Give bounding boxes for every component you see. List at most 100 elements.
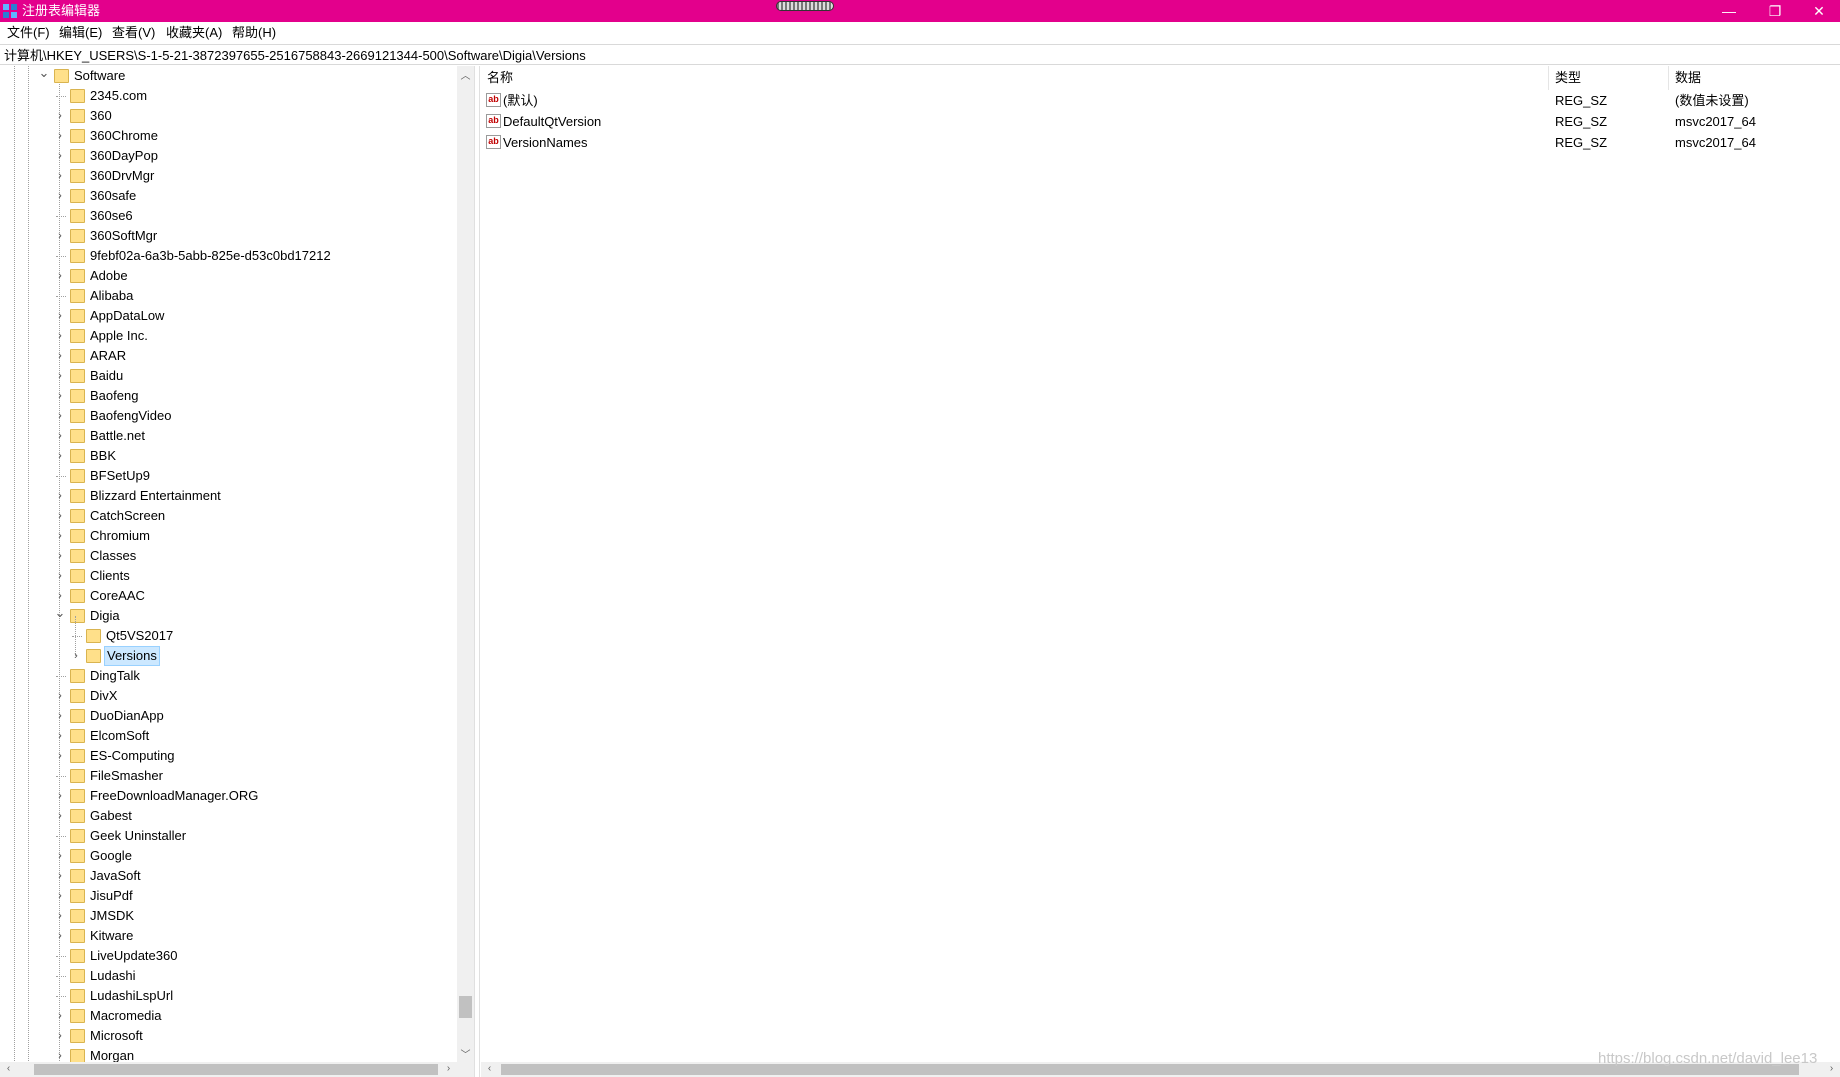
- minimize-button[interactable]: —: [1706, 0, 1752, 22]
- tree-item[interactable]: Qt5VS2017: [0, 616, 456, 646]
- tree-item[interactable]: › Apple Inc.: [0, 326, 456, 346]
- menu-help[interactable]: 帮助(H): [232, 25, 276, 41]
- expand-chevron-icon[interactable]: ›: [55, 330, 65, 342]
- address-path[interactable]: 计算机\HKEY_USERS\S-1-5-21-3872397655-25167…: [4, 48, 586, 64]
- list-item[interactable]: ab (默认) REG_SZ (数值未设置): [481, 90, 1840, 111]
- tree-item[interactable]: › Baidu: [0, 366, 456, 386]
- expand-chevron-icon[interactable]: ›: [55, 270, 65, 282]
- maximize-button[interactable]: ❐: [1752, 0, 1798, 22]
- expand-chevron-icon[interactable]: ›: [55, 850, 65, 862]
- tree-item[interactable]: FileSmasher: [0, 766, 456, 786]
- tree-vertical-scrollbar[interactable]: ︿ ﹀: [457, 66, 474, 1062]
- expand-chevron-icon[interactable]: ›: [55, 430, 65, 442]
- list-item[interactable]: ab VersionNames REG_SZ msvc2017_64: [481, 132, 1840, 153]
- expand-chevron-icon[interactable]: ›: [55, 1010, 65, 1022]
- tree-item[interactable]: › CatchScreen: [0, 506, 456, 526]
- tree-item[interactable]: › JavaSoft: [0, 866, 456, 886]
- tree-item[interactable]: › FreeDownloadManager.ORG: [0, 786, 456, 806]
- menu-edit[interactable]: 编辑(E): [59, 25, 102, 41]
- tree-item[interactable]: › AppDataLow: [0, 306, 456, 326]
- expand-chevron-icon[interactable]: ›: [55, 710, 65, 722]
- expand-chevron-icon[interactable]: ›: [55, 930, 65, 942]
- tree-item[interactable]: › 360Chrome: [0, 126, 456, 146]
- tree-item[interactable]: Ludashi: [0, 966, 456, 986]
- expand-chevron-icon[interactable]: ›: [55, 590, 65, 602]
- scroll-right-arrow-icon[interactable]: ›: [1823, 1061, 1840, 1076]
- expand-chevron-icon[interactable]: ›: [55, 370, 65, 382]
- tree-item[interactable]: ⌄ Digia: [0, 605, 456, 626]
- tree-item[interactable]: › ES-Computing: [0, 746, 456, 766]
- column-header-data[interactable]: 数据: [1669, 66, 1840, 90]
- tree-horizontal-scrollbar[interactable]: ‹ ›: [0, 1062, 474, 1077]
- tree-item[interactable]: › Google: [0, 846, 456, 866]
- expand-chevron-icon[interactable]: ›: [55, 150, 65, 162]
- tree-item[interactable]: › JisuPdf: [0, 886, 456, 906]
- expand-chevron-icon[interactable]: ›: [55, 1050, 65, 1062]
- expand-chevron-icon[interactable]: ›: [55, 490, 65, 502]
- tree-item[interactable]: 360se6: [0, 206, 456, 226]
- tree-item[interactable]: › 360SoftMgr: [0, 226, 456, 246]
- pane-splitter[interactable]: [474, 66, 480, 1077]
- expand-chevron-icon[interactable]: ›: [55, 390, 65, 402]
- tree-item[interactable]: › CoreAAC: [0, 586, 456, 606]
- tree-item[interactable]: › Macromedia: [0, 1006, 456, 1026]
- expand-chevron-icon[interactable]: ›: [55, 170, 65, 182]
- tree-item[interactable]: LiveUpdate360: [0, 946, 456, 966]
- expand-chevron-icon[interactable]: ›: [55, 450, 65, 462]
- tree-scroll-thumb[interactable]: [459, 996, 472, 1018]
- title-bar[interactable]: 注册表编辑器 — ❐ ✕: [0, 0, 1840, 22]
- tree-item[interactable]: › Microsoft: [0, 1026, 456, 1046]
- expand-chevron-icon[interactable]: ›: [55, 410, 65, 422]
- tree-item[interactable]: Alibaba: [0, 286, 456, 306]
- menu-favorites[interactable]: 收藏夹(A): [166, 25, 222, 41]
- expand-chevron-icon[interactable]: ›: [55, 550, 65, 562]
- collapse-chevron-icon[interactable]: ⌄: [55, 605, 66, 620]
- tree-item[interactable]: › DuoDianApp: [0, 706, 456, 726]
- tree-item[interactable]: 2345.com: [0, 86, 456, 106]
- tree-item[interactable]: BFSetUp9: [0, 466, 456, 486]
- expand-chevron-icon[interactable]: ›: [55, 730, 65, 742]
- tree-item[interactable]: › 360safe: [0, 186, 456, 206]
- tree-item[interactable]: 9febf02a-6a3b-5abb-825e-d53c0bd17212: [0, 246, 456, 266]
- column-header-name[interactable]: 名称: [481, 66, 1549, 90]
- tree-item[interactable]: › Clients: [0, 566, 456, 586]
- tree-item[interactable]: › Blizzard Entertainment: [0, 486, 456, 506]
- tree-item[interactable]: › 360DrvMgr: [0, 166, 456, 186]
- tree-item[interactable]: › Battle.net: [0, 426, 456, 446]
- expand-chevron-icon[interactable]: ›: [55, 110, 65, 122]
- expand-chevron-icon[interactable]: ›: [55, 570, 65, 582]
- tree-item[interactable]: › Chromium: [0, 526, 456, 546]
- expand-chevron-icon[interactable]: ›: [71, 650, 81, 662]
- menu-file[interactable]: 文件(F): [7, 25, 50, 41]
- expand-chevron-icon[interactable]: ›: [55, 310, 65, 322]
- list-item[interactable]: ab DefaultQtVersion REG_SZ msvc2017_64: [481, 111, 1840, 132]
- expand-chevron-icon[interactable]: ›: [55, 750, 65, 762]
- scroll-down-arrow-icon[interactable]: ﹀: [457, 1045, 474, 1062]
- column-header-type[interactable]: 类型: [1549, 66, 1669, 90]
- tree-item[interactable]: › JMSDK: [0, 906, 456, 926]
- tree-hscroll-thumb[interactable]: [34, 1064, 438, 1075]
- expand-chevron-icon[interactable]: ›: [55, 230, 65, 242]
- tree-item[interactable]: › ElcomSoft: [0, 726, 456, 746]
- tree-item[interactable]: DingTalk: [0, 666, 456, 686]
- tree-item[interactable]: › Gabest: [0, 806, 456, 826]
- expand-chevron-icon[interactable]: ›: [55, 350, 65, 362]
- tree-item[interactable]: › 360: [0, 106, 456, 126]
- tree-item[interactable]: › BBK: [0, 446, 456, 466]
- scroll-left-arrow-icon[interactable]: ‹: [481, 1061, 498, 1076]
- menu-view[interactable]: 查看(V): [112, 25, 155, 41]
- tree-item[interactable]: › Classes: [0, 546, 456, 566]
- expand-chevron-icon[interactable]: ›: [55, 510, 65, 522]
- expand-chevron-icon[interactable]: ›: [55, 910, 65, 922]
- expand-chevron-icon[interactable]: ›: [55, 130, 65, 142]
- tree-item[interactable]: › ARAR: [0, 346, 456, 366]
- tree-item[interactable]: › Adobe: [0, 266, 456, 286]
- expand-chevron-icon[interactable]: ›: [55, 870, 65, 882]
- expand-chevron-icon[interactable]: ›: [55, 690, 65, 702]
- expand-chevron-icon[interactable]: ›: [55, 790, 65, 802]
- tree-item[interactable]: › DivX: [0, 686, 456, 706]
- tree-item[interactable]: ⌄ Software: [0, 66, 456, 86]
- tree-item[interactable]: › Baofeng: [0, 386, 456, 406]
- drag-handle[interactable]: [776, 1, 834, 11]
- close-button[interactable]: ✕: [1796, 0, 1840, 22]
